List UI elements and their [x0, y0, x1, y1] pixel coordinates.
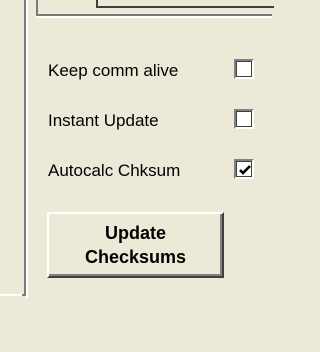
option-keep-comm-alive[interactable]: Keep comm alive: [48, 56, 272, 86]
option-label: Autocalc Chksum: [48, 161, 181, 180]
update-checksums-line2: Checksums: [84, 247, 187, 267]
keep-comm-alive-checkbox[interactable]: [234, 59, 254, 79]
option-label: Instant Update: [48, 111, 159, 130]
option-autocalc-chksum[interactable]: Autocalc Chksum: [48, 156, 272, 186]
left-group-box: [0, 0, 28, 298]
top-button-edge[interactable]: [96, 0, 274, 8]
instant-update-checkbox[interactable]: [234, 109, 254, 129]
option-instant-update[interactable]: Instant Update: [48, 106, 272, 136]
autocalc-chksum-checkbox[interactable]: [234, 159, 254, 179]
option-label: Keep comm alive: [48, 61, 179, 80]
top-group-box: [36, 0, 274, 18]
checkmark-icon: [239, 165, 251, 175]
update-checksums-button[interactable]: Update Checksums: [47, 212, 224, 278]
update-checksums-line1: Update: [104, 223, 166, 243]
